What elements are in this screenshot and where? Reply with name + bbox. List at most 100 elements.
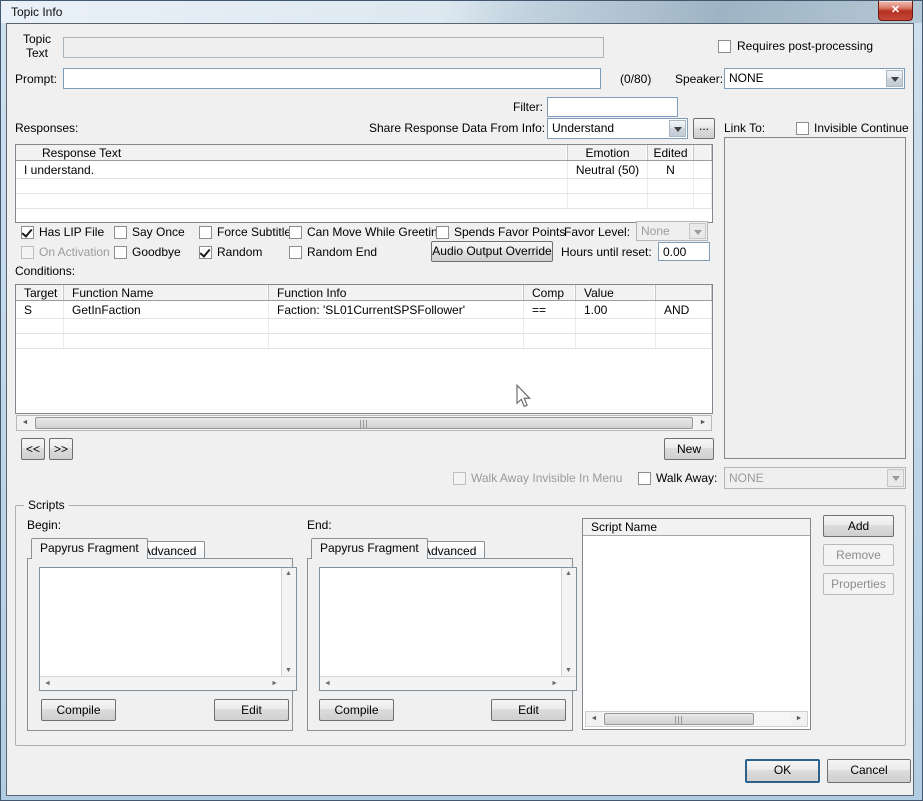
walk-away-checkbox[interactable] [638,472,651,485]
title-bar[interactable]: Topic Info ✕ [1,1,922,23]
begin-fragment-editor[interactable] [39,567,297,691]
scripts-group-label: Scripts [24,498,69,512]
tab-papyrus-fragment-begin[interactable]: Papyrus Fragment [31,538,148,559]
walk-away-invisible-checkbox [453,472,466,485]
response-row[interactable]: I understand. Neutral (50) N [16,161,712,179]
chevron-down-icon[interactable] [669,120,686,137]
topic-info-window: Topic Info ✕ Topic Text Requires post-pr… [0,0,923,801]
on-activation-checkbox [21,246,34,259]
mouse-cursor-icon [516,384,532,408]
new-condition-button[interactable]: New [664,438,714,460]
scroll-right-icon[interactable] [695,416,711,430]
requires-post-processing-label: Requires post-processing [737,39,874,53]
response-row-empty [16,179,712,194]
scrollbar-thumb[interactable] [604,713,754,725]
link-to-label: Link To: [724,121,766,135]
random-checkbox[interactable] [199,246,212,259]
scroll-right-icon[interactable] [791,712,807,726]
has-lip-file-label: Has LIP File [39,225,105,239]
end-edit-button[interactable]: Edit [491,699,566,721]
link-to-list[interactable] [724,137,906,459]
speaker-label: Speaker: [675,72,724,86]
prompt-label: Prompt: [15,72,58,86]
goodbye-label: Goodbye [132,245,181,259]
responses-table[interactable]: Response Text Emotion Edited I understan… [15,144,713,223]
walk-away-select: NONE [724,467,906,489]
close-icon: ✕ [890,4,901,16]
vscrollbar[interactable] [561,568,576,676]
begin-edit-button[interactable]: Edit [214,699,289,721]
invisible-continue-label: Invisible Continue [814,121,909,135]
tab-papyrus-fragment-end[interactable]: Papyrus Fragment [311,538,428,559]
can-move-while-greeting-checkbox[interactable] [289,226,302,239]
prev-info-button[interactable]: << [21,438,45,460]
favor-level-label: Favor Level: [564,225,631,239]
hours-until-reset-label: Hours until reset: [561,245,652,259]
share-response-select[interactable]: Understand [547,118,688,139]
scrollbar-thumb[interactable] [35,417,693,429]
condition-row-empty [16,319,712,334]
prompt-counter: (0/80) [620,72,652,86]
remove-script-button: Remove [823,544,894,566]
scroll-left-icon[interactable] [17,416,33,430]
hscrollbar[interactable] [320,676,576,690]
chevron-down-icon [689,223,706,239]
filter-label: Filter: [513,100,543,114]
conditions-hscrollbar[interactable] [16,415,712,431]
on-activation-label: On Activation [39,245,110,259]
close-button[interactable]: ✕ [878,1,913,21]
next-info-button[interactable]: >> [49,438,73,460]
vscrollbar[interactable] [281,568,296,676]
responses-label: Responses: [15,121,79,135]
walk-away-label: Walk Away: [656,471,718,485]
speaker-select[interactable]: NONE [724,68,905,89]
end-compile-button[interactable]: Compile [319,699,394,721]
hours-until-reset-input[interactable]: 0.00 [658,242,710,261]
hscrollbar[interactable] [40,676,296,690]
responses-table-header[interactable]: Response Text Emotion Edited [16,145,712,161]
topic-text-field[interactable] [63,37,604,58]
share-response-label: Share Response Data From Info: [369,121,546,135]
response-row-empty [16,194,712,209]
requires-post-processing-checkbox[interactable] [718,40,731,53]
say-once-checkbox[interactable] [114,226,127,239]
goodbye-checkbox[interactable] [114,246,127,259]
add-script-button[interactable]: Add [823,515,894,537]
begin-label: Begin: [27,518,62,532]
random-label: Random [217,245,263,259]
end-fragment-editor[interactable] [319,567,577,691]
spends-favor-points-checkbox[interactable] [436,226,449,239]
conditions-label: Conditions: [15,264,76,278]
invisible-continue-checkbox[interactable] [796,122,809,135]
spends-favor-points-label: Spends Favor Points [454,225,566,239]
begin-compile-button[interactable]: Compile [41,699,116,721]
topic-text-label: Topic Text [22,32,51,60]
script-name-header[interactable]: Script Name [583,519,810,536]
window-title: Topic Info [11,5,63,19]
conditions-table[interactable]: Target Function Name Function Info Comp … [15,284,713,414]
ok-button[interactable]: OK [745,759,820,783]
favor-level-select: None [636,221,708,241]
audio-output-override-button[interactable]: Audio Output Override [431,241,553,262]
share-response-more-button[interactable]: ... [693,118,715,139]
scroll-left-icon[interactable] [586,712,602,726]
chevron-down-icon [887,469,904,487]
properties-script-button: Properties [823,573,894,595]
script-name-list[interactable]: Script Name [582,518,811,730]
force-subtitle-label: Force Subtitle [217,225,292,239]
script-list-hscrollbar[interactable] [585,711,808,727]
filter-input[interactable] [547,97,678,117]
end-label: End: [307,518,332,532]
walk-away-invisible-label: Walk Away Invisible In Menu [471,471,623,485]
say-once-label: Say Once [132,225,185,239]
random-end-checkbox[interactable] [289,246,302,259]
chevron-down-icon[interactable] [886,70,903,87]
condition-row-empty [16,334,712,349]
force-subtitle-checkbox[interactable] [199,226,212,239]
has-lip-file-checkbox[interactable] [21,226,34,239]
random-end-label: Random End [307,245,378,259]
conditions-table-header[interactable]: Target Function Name Function Info Comp … [16,285,712,301]
prompt-input[interactable] [63,68,601,89]
cancel-button[interactable]: Cancel [827,759,911,783]
condition-row[interactable]: S GetInFaction Faction: 'SL01CurrentSPSF… [16,301,712,319]
